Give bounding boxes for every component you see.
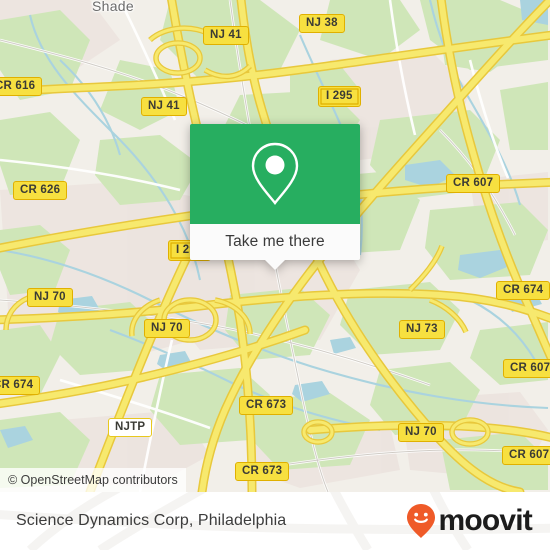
location-pin-icon [251,142,299,205]
road-shield-cr607-east: CR 607 [503,359,550,378]
callout-icon-area [190,124,360,224]
place-label-shade: Shade [92,0,134,14]
road-shield-cr607-north: CR 607 [446,174,501,193]
road-shield-nj41-north: NJ 41 [203,26,249,45]
road-shield-cr607-southeast: CR 607 [502,446,550,465]
road-shield-cr673-upper: CR 673 [239,396,294,415]
road-shield-nj41-west: NJ 41 [141,97,187,116]
map-attribution[interactable]: © OpenStreetMap contributors [0,468,186,492]
take-me-there-label: Take me there [225,233,325,250]
location-title: Science Dynamics Corp, Philadelphia [16,512,287,529]
callout-tail-pointer [265,260,285,270]
road-shield-nj73: NJ 73 [399,320,445,339]
road-shield-cr674-east: CR 674 [496,281,550,300]
map-canvas[interactable]: Shade CR 616 NJ 41 NJ 41 NJ 38 I 295 CR … [0,0,550,492]
road-shield-cr626: CR 626 [13,181,68,200]
moovit-brand-logo[interactable]: moovit [406,503,533,539]
road-shield-njtp: NJTP [108,418,153,437]
road-shield-nj70-southeast: NJ 70 [398,423,444,442]
road-shield-i295-north: I 295 [318,86,361,107]
moovit-wordmark: moovit [438,504,532,537]
road-shield-cr616: CR 616 [0,77,43,96]
road-shield-cr673-lower: CR 673 [235,462,290,481]
bottom-bar: Science Dynamics Corp, Philadelphia moov… [0,492,550,550]
road-shield-nj70-center: NJ 70 [144,319,190,338]
callout-action-area[interactable]: Take me there [190,224,360,260]
destination-callout-card[interactable]: Take me there [190,124,360,270]
road-shield-cr674-west: CR 674 [0,376,41,395]
moovit-pin-smiley-icon [407,504,436,538]
moovit-map-screenshot: Shade CR 616 NJ 41 NJ 41 NJ 38 I 295 CR … [0,0,550,550]
road-shield-nj38: NJ 38 [299,14,345,33]
road-shield-nj70-west: NJ 70 [27,288,73,307]
